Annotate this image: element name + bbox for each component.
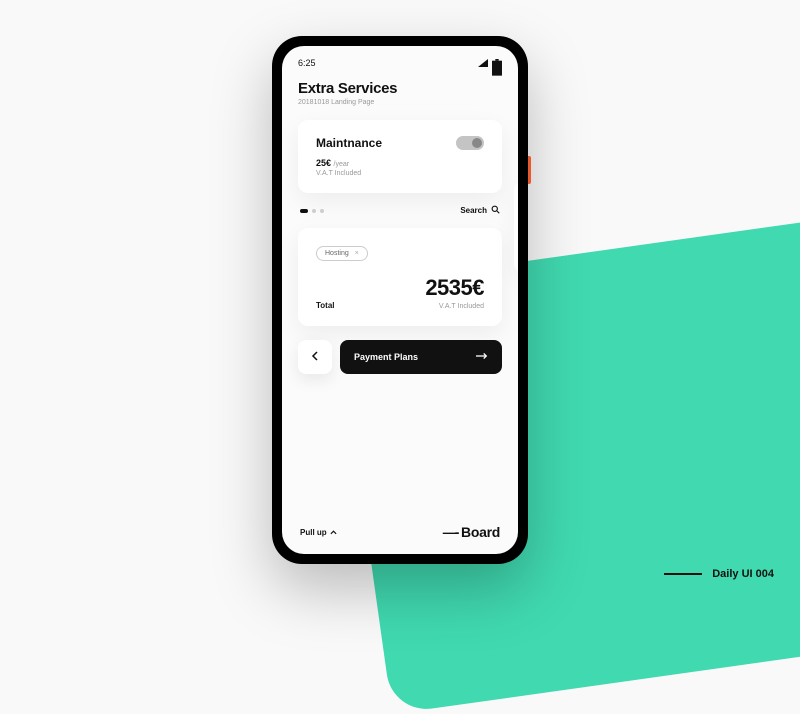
status-icons <box>478 59 502 67</box>
primary-button-label: Payment Plans <box>354 352 418 362</box>
total-label: Total <box>316 301 335 310</box>
search-label: Search <box>460 206 487 215</box>
filter-chip-hosting[interactable]: Hosting × <box>316 246 368 261</box>
status-time: 6:25 <box>298 58 316 68</box>
service-vat-note: V.A.T Included <box>316 170 484 177</box>
screen: 6:25 Extra Services 20181018 Landing Pag… <box>282 46 518 554</box>
phone-frame: 6:25 Extra Services 20181018 Landing Pag… <box>272 36 528 564</box>
carousel-dots[interactable] <box>300 209 324 213</box>
chevron-up-icon <box>330 528 337 537</box>
arrow-right-icon <box>476 352 488 362</box>
status-bar: 6:25 <box>298 58 502 68</box>
pager-row: Search <box>298 205 502 216</box>
back-button[interactable] <box>298 340 332 374</box>
page-subtitle: 20181018 Landing Page <box>298 99 502 106</box>
pull-up-handle[interactable]: Pull up <box>300 528 337 537</box>
image-caption: Daily UI 004 <box>664 568 774 580</box>
chip-label: Hosting <box>325 250 349 257</box>
dot-2[interactable] <box>312 209 316 213</box>
pull-up-label: Pull up <box>300 528 327 537</box>
search-button[interactable]: Search <box>460 205 500 216</box>
search-icon <box>491 205 500 216</box>
battery-icon <box>492 59 502 67</box>
total-amount: 2535€ <box>425 275 484 301</box>
brand-logo: —- Board <box>443 524 500 540</box>
total-card: Hosting × Total 2535€ V.A.T Included <box>298 228 502 326</box>
chevron-left-icon <box>311 348 319 366</box>
button-row: Payment Plans <box>298 340 502 374</box>
service-price: 25€ /year <box>316 158 484 168</box>
total-vat-note: V.A.T Included <box>425 303 484 310</box>
page-title: Extra Services <box>298 80 502 97</box>
next-card-peek[interactable] <box>514 181 518 273</box>
page-header: Extra Services 20181018 Landing Page <box>298 80 502 106</box>
dot-3[interactable] <box>320 209 324 213</box>
dot-1[interactable] <box>300 209 308 213</box>
service-toggle[interactable] <box>456 136 484 150</box>
footer: Pull up —- Board <box>298 524 502 544</box>
signal-icon <box>478 59 488 67</box>
payment-plans-button[interactable]: Payment Plans <box>340 340 502 374</box>
close-icon[interactable]: × <box>355 250 359 257</box>
service-card[interactable]: Maintnance 25€ /year V.A.T Included <box>298 120 502 193</box>
